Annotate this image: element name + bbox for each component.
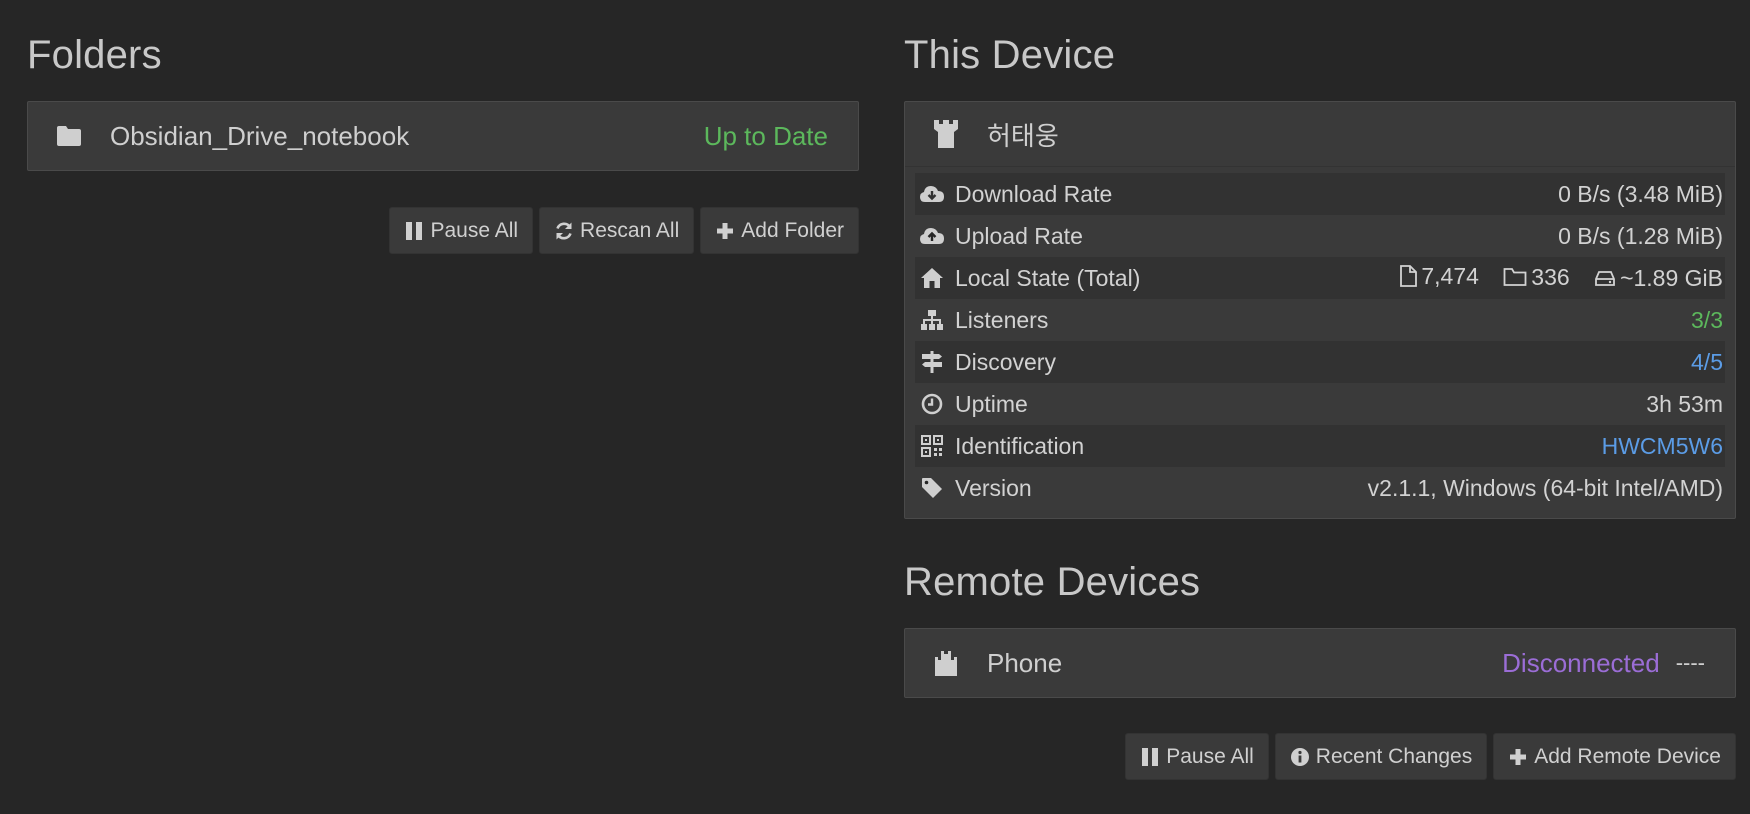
sitemap-icon — [919, 307, 945, 333]
stat-discovery: Discovery 4/5 — [915, 341, 1725, 383]
cloud-upload-icon — [919, 223, 945, 249]
remote-device-panel-phone[interactable]: Phone Disconnected ---- — [904, 628, 1736, 698]
folder-status: Up to Date — [703, 120, 828, 151]
stat-listeners: Listeners 3/3 — [915, 299, 1725, 341]
folder-panel-obsidian[interactable]: Obsidian_Drive_notebook Up to Date — [27, 101, 859, 171]
listeners-value[interactable]: 3/3 — [1691, 307, 1723, 334]
signpost-icon — [919, 349, 945, 375]
this-device-title: This Device — [904, 33, 1116, 77]
this-device-panel: 허태웅 Download Rate 0 B/s (3.48 MiB) Uploa… — [904, 101, 1736, 519]
remote-device-extra: ---- — [1675, 650, 1705, 675]
file-icon — [1400, 265, 1418, 288]
total-size-text: ~1.89 GiB — [1620, 264, 1723, 291]
pause-icon — [1140, 747, 1160, 767]
device-stats: Download Rate 0 B/s (3.48 MiB) Upload Ra… — [905, 167, 1735, 509]
stat-label: Discovery — [955, 348, 1056, 375]
clock-icon — [919, 391, 945, 417]
pause-all-label: Pause All — [1166, 744, 1254, 768]
stat-label: Identification — [955, 432, 1085, 459]
plus-icon — [1508, 747, 1528, 767]
this-device-name: 허태웅 — [987, 120, 1059, 151]
add-remote-device-label: Add Remote Device — [1534, 744, 1721, 768]
remote-device-name: Phone — [987, 647, 1063, 678]
folder-outline-icon — [1503, 268, 1527, 287]
castle-tower-icon — [931, 119, 961, 149]
pause-all-devices-button[interactable]: Pause All — [1125, 733, 1269, 780]
files-count-text: 7,474 — [1421, 262, 1479, 289]
stat-local-state: Local State (Total) 7,474 336 ~1.89 GiB — [915, 257, 1725, 299]
stat-version: Version v2.1.1, Windows (64-bit Intel/AM… — [915, 467, 1725, 509]
hdd-icon — [1595, 271, 1615, 287]
identification-value[interactable]: HWCM5W6 — [1602, 433, 1723, 460]
folder-icon — [54, 121, 84, 151]
qrcode-icon — [919, 433, 945, 459]
remote-device-actions: Pause All Recent Changes Add Remote Devi… — [1125, 733, 1736, 780]
total-size: ~1.89 GiB — [1594, 265, 1723, 292]
stat-uptime: Uptime 3h 53m — [915, 383, 1725, 425]
remote-device-header[interactable]: Phone Disconnected ---- — [905, 629, 1735, 697]
local-state-value: 7,474 336 ~1.89 GiB — [1381, 263, 1723, 294]
rescan-all-label: Rescan All — [580, 218, 680, 242]
home-icon — [919, 265, 945, 291]
stat-identification: Identification HWCM5W6 — [915, 425, 1725, 467]
stat-label: Uptime — [955, 390, 1028, 417]
stat-label: Upload Rate — [955, 222, 1083, 249]
stat-download-rate: Download Rate 0 B/s (3.48 MiB) — [915, 173, 1725, 215]
recent-changes-button[interactable]: Recent Changes — [1274, 733, 1488, 780]
uptime-value: 3h 53m — [1646, 390, 1723, 417]
stat-label: Version — [955, 474, 1032, 501]
stat-label: Listeners — [955, 306, 1049, 333]
stat-label: Local State (Total) — [955, 264, 1141, 291]
pause-all-folders-button[interactable]: Pause All — [389, 207, 534, 254]
remote-devices-title: Remote Devices — [904, 560, 1201, 604]
castle-icon — [931, 648, 961, 678]
add-folder-button[interactable]: Add Folder — [700, 207, 859, 254]
plus-icon — [715, 221, 735, 241]
folder-actions: Pause All Rescan All Add Folder — [389, 207, 859, 254]
add-folder-label: Add Folder — [741, 218, 844, 242]
folder-name: Obsidian_Drive_notebook — [110, 120, 410, 151]
discovery-value[interactable]: 4/5 — [1691, 349, 1723, 376]
pause-all-label: Pause All — [430, 218, 519, 242]
add-remote-device-button[interactable]: Add Remote Device — [1493, 733, 1736, 780]
this-device-header[interactable]: 허태웅 — [905, 102, 1735, 167]
files-count: 7,474 — [1399, 263, 1479, 290]
rescan-all-button[interactable]: Rescan All — [539, 207, 695, 254]
remote-device-status: Disconnected — [1502, 647, 1660, 678]
dirs-count: 336 — [1503, 263, 1570, 291]
recent-changes-label: Recent Changes — [1315, 744, 1473, 768]
stat-upload-rate: Upload Rate 0 B/s (1.28 MiB) — [915, 215, 1725, 257]
info-icon — [1290, 747, 1310, 767]
folders-title: Folders — [27, 33, 162, 77]
cloud-download-icon — [919, 181, 945, 207]
refresh-icon — [554, 221, 574, 241]
dirs-count-text: 336 — [1531, 263, 1570, 290]
download-rate-value: 0 B/s (3.48 MiB) — [1558, 180, 1723, 207]
upload-rate-value: 0 B/s (1.28 MiB) — [1558, 222, 1723, 249]
pause-icon — [404, 221, 424, 241]
tag-icon — [919, 475, 945, 501]
version-value: v2.1.1, Windows (64-bit Intel/AMD) — [1367, 474, 1723, 501]
stat-label: Download Rate — [955, 180, 1113, 207]
folder-header[interactable]: Obsidian_Drive_notebook Up to Date — [28, 102, 858, 170]
